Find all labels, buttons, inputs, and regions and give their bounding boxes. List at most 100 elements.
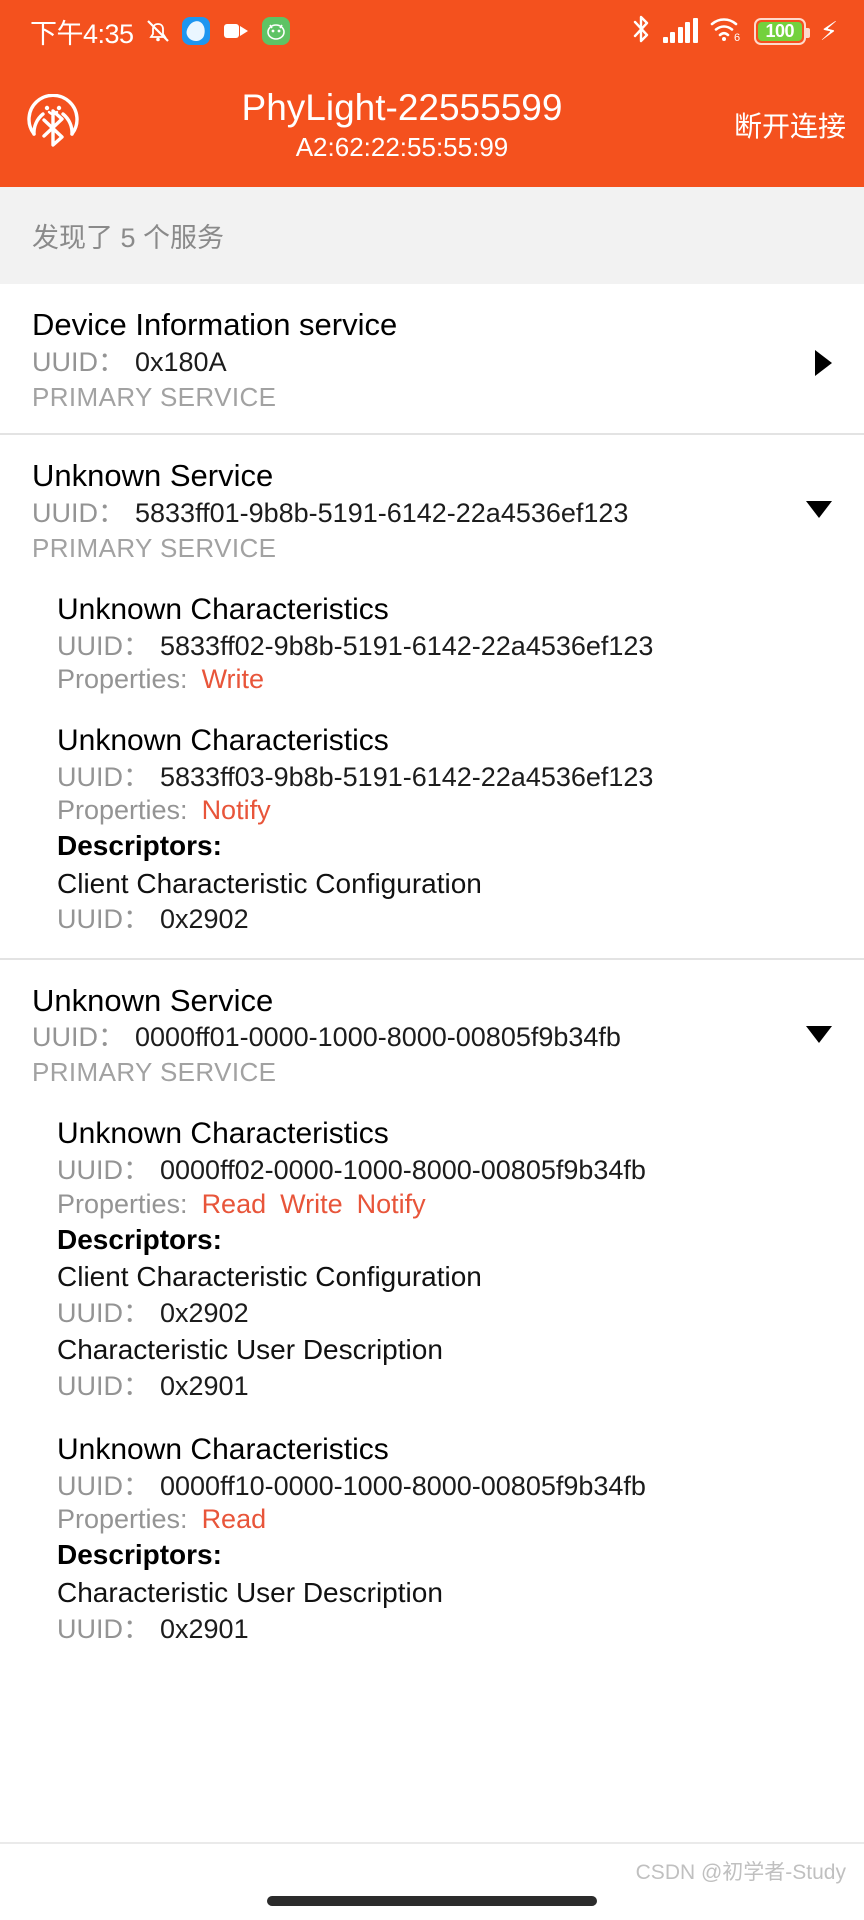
characteristic-uuid-row: UUID： 0000ff10-0000-1000-8000-00805f9b34… (57, 1469, 844, 1504)
characteristic-list: Unknown Characteristics UUID： 0000ff02-0… (0, 1114, 864, 1646)
service-name: Device Information service (32, 307, 398, 342)
app-blue-icon (181, 17, 210, 45)
service-name: Unknown Service (32, 457, 274, 493)
status-time: 下午4:35 (30, 18, 134, 49)
characteristic-item[interactable]: Unknown Characteristics UUID： 5833ff03-9… (57, 721, 844, 938)
service-item[interactable]: Unknown Service UUID： 0000ff01-0000-1000… (0, 960, 864, 1667)
battery-icon: 100 (753, 17, 810, 45)
descriptors-label: Descriptors: (57, 1223, 222, 1255)
service-item[interactable]: Device Information service UUID： 0x180A … (0, 284, 864, 433)
chevron-right-icon[interactable] (815, 350, 832, 376)
property-badge[interactable]: Read (202, 1189, 267, 1220)
service-uuid-row: UUID： 0x180A (32, 345, 834, 380)
uuid-label: UUID： (57, 1155, 150, 1186)
property-badge[interactable]: Notify (357, 1189, 426, 1220)
characteristic-uuid: 0000ff02-0000-1000-8000-00805f9b34fb (160, 1155, 646, 1186)
header-device-info: PhyLight-22555599 A2:62:22:55:55:99 (84, 88, 730, 161)
descriptors-label: Descriptors: (57, 1539, 222, 1571)
property-badge[interactable]: Write (280, 1189, 343, 1220)
characteristic-item[interactable]: Unknown Characteristics UUID： 0000ff10-0… (57, 1430, 844, 1647)
descriptor-uuid-row: UUID： 0x2902 (57, 902, 844, 937)
properties-row: Properties: Read (57, 1504, 844, 1535)
service-uuid-row: UUID： 0000ff01-0000-1000-8000-00805f9b34… (32, 1020, 834, 1055)
service-header[interactable]: Device Information service UUID： 0x180A … (0, 306, 864, 413)
uuid-label: UUID： (57, 1370, 150, 1401)
descriptor-name: Client Characteristic Configuration (57, 867, 482, 899)
wifi6-icon: 6 (709, 15, 743, 48)
uuid-label: UUID： (32, 346, 125, 377)
uuid-label: UUID： (32, 1022, 125, 1053)
properties-row: Properties: Read Write Notify (57, 1189, 844, 1220)
charging-bolt-icon: ⚡ (819, 16, 838, 46)
service-uuid: 0000ff01-0000-1000-8000-00805f9b34fb (135, 1022, 621, 1053)
service-header[interactable]: Unknown Service UUID： 5833ff01-9b8b-5191… (0, 457, 864, 564)
uuid-label: UUID： (57, 1471, 150, 1502)
properties-row: Properties: Notify (57, 795, 844, 826)
signal-bars-icon (662, 18, 698, 43)
descriptor-uuid: 0x2901 (160, 1370, 249, 1401)
characteristic-list: Unknown Characteristics UUID： 5833ff02-9… (0, 590, 864, 938)
properties-label: Properties: (57, 1188, 188, 1219)
watermark: CSDN @初学者-Study (635, 1861, 846, 1884)
service-uuid: 5833ff01-9b8b-5191-6142-22a4536ef123 (135, 497, 629, 528)
descriptor-uuid: 0x2902 (160, 904, 249, 935)
characteristic-uuid-row: UUID： 0000ff02-0000-1000-8000-00805f9b34… (57, 1153, 844, 1188)
disconnect-button[interactable]: 断开连接 (730, 105, 846, 145)
device-name: PhyLight-22555599 (241, 86, 563, 128)
characteristic-name: Unknown Characteristics (57, 1433, 389, 1467)
characteristic-uuid-row: UUID： 5833ff03-9b8b-5191-6142-22a4536ef1… (57, 760, 844, 795)
service-uuid-row: UUID： 5833ff01-9b8b-5191-6142-22a4536ef1… (32, 496, 834, 531)
uuid-label: UUID： (32, 497, 125, 528)
discovered-services-label: 发现了 5 个服务 (32, 223, 225, 253)
properties-label: Properties: (57, 663, 188, 694)
service-header[interactable]: Unknown Service UUID： 0000ff01-0000-1000… (0, 982, 864, 1089)
descriptor-uuid-row: UUID： 0x2901 (57, 1369, 844, 1404)
uuid-label: UUID： (57, 1298, 150, 1329)
uuid-label: UUID： (57, 761, 150, 792)
service-type: PRIMARY SERVICE (32, 532, 277, 563)
uuid-label: UUID： (57, 630, 150, 661)
characteristic-name: Unknown Characteristics (57, 1117, 389, 1151)
status-bar: 下午4:35 6 100 ⚡ (0, 0, 864, 62)
characteristic-uuid: 5833ff02-9b8b-5191-6142-22a4536ef123 (160, 630, 654, 661)
descriptor-uuid: 0x2902 (160, 1298, 249, 1329)
characteristic-name: Unknown Characteristics (57, 592, 389, 626)
service-item[interactable]: Unknown Service UUID： 5833ff01-9b8b-5191… (0, 435, 864, 958)
service-type: PRIMARY SERVICE (32, 381, 277, 412)
property-badge[interactable]: Write (202, 664, 265, 695)
discovered-services-bar: 发现了 5 个服务 (0, 187, 864, 284)
characteristic-item[interactable]: Unknown Characteristics UUID： 5833ff02-9… (57, 590, 844, 695)
device-mac-address: A2:62:22:55:55:99 (295, 131, 509, 162)
bell-muted-icon (145, 17, 171, 45)
descriptor-uuid: 0x2901 (160, 1613, 249, 1644)
characteristic-uuid: 5833ff03-9b8b-5191-6142-22a4536ef123 (160, 761, 654, 792)
service-list: Device Information service UUID： 0x180A … (0, 284, 864, 1667)
uuid-label: UUID： (57, 1613, 150, 1644)
service-uuid: 0x180A (135, 346, 227, 377)
descriptor-name: Client Characteristic Configuration (57, 1261, 482, 1293)
video-camera-icon (220, 20, 251, 42)
status-bar-right: 6 100 ⚡ (630, 14, 838, 49)
service-type: PRIMARY SERVICE (32, 1057, 277, 1088)
bluetooth-logo-icon (22, 93, 84, 156)
characteristic-uuid: 0000ff10-0000-1000-8000-00805f9b34fb (160, 1471, 646, 1502)
characteristic-item[interactable]: Unknown Characteristics UUID： 0000ff02-0… (57, 1114, 844, 1404)
home-indicator[interactable] (267, 1896, 597, 1906)
app-green-icon (261, 17, 290, 45)
property-badge[interactable]: Notify (202, 795, 271, 826)
service-name: Unknown Service (32, 982, 274, 1018)
bluetooth-icon (630, 14, 652, 49)
svg-text:6: 6 (734, 32, 740, 43)
descriptor-uuid-row: UUID： 0x2902 (57, 1296, 844, 1331)
characteristic-name: Unknown Characteristics (57, 723, 389, 757)
property-badge[interactable]: Read (202, 1504, 267, 1535)
uuid-label: UUID： (57, 904, 150, 935)
descriptor-name: Characteristic User Description (57, 1334, 443, 1366)
descriptors-label: Descriptors: (57, 829, 222, 861)
properties-label: Properties: (57, 794, 188, 825)
status-bar-left: 下午4:35 (30, 12, 290, 51)
chevron-down-icon[interactable] (806, 500, 832, 518)
properties-label: Properties: (57, 1504, 188, 1535)
chevron-down-icon[interactable] (806, 1025, 832, 1043)
bottom-divider (0, 1842, 864, 1844)
